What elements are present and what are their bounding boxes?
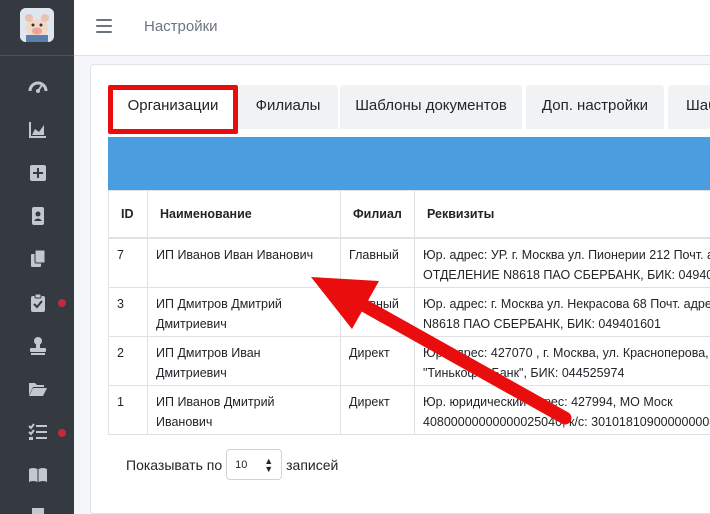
requisites-line: Юр. адрес: УР. г. Москва ул. Пионерии 21… xyxy=(423,247,710,262)
organizations-table: ID Наименование Филиал Реквизиты 7 ИП Ив… xyxy=(108,190,710,435)
page-title: Настройки xyxy=(144,18,218,35)
app-logo[interactable] xyxy=(20,8,54,42)
records-label: записей xyxy=(286,456,339,473)
cell-name: ИП Иванов Дмитрий Иванович xyxy=(147,385,341,435)
cell-id: 7 xyxy=(108,237,148,288)
tab-templates-more[interactable]: Шаб xyxy=(668,85,710,129)
plus-square-icon[interactable] xyxy=(27,162,49,184)
column-header-name[interactable]: Наименование xyxy=(147,190,341,239)
stamp-icon[interactable] xyxy=(27,335,49,357)
settings-tabs: Организации Филиалы Шаблоны документов Д… xyxy=(108,85,710,137)
gauge-icon[interactable] xyxy=(27,76,49,98)
requisites-line: "Тинькофф Банк", БИК: 044525974 xyxy=(423,366,625,380)
cell-requisites: Юр. юридический адрес: 427994, МО Моск 40… xyxy=(414,385,710,435)
notification-dot xyxy=(58,299,66,307)
table-row[interactable]: 2 ИП Дмитров Иван Дмитриевич Директ Юр. … xyxy=(108,336,710,386)
column-header-requisites[interactable]: Реквизиты xyxy=(414,190,710,239)
requisites-line: Юр. адрес: 427070 , г. Москва, ул. Красн… xyxy=(423,346,710,360)
table-toolbar-band xyxy=(108,137,710,190)
tab-organizations[interactable]: Организации xyxy=(108,85,238,134)
requisites-line: N8618 ПАО СБЕРБАНК, БИК: 049401601 xyxy=(423,317,661,331)
top-navbar: Настройки xyxy=(74,0,710,56)
cell-branch: Директ xyxy=(340,336,415,386)
requisites-line: ОТДЕЛЕНИЕ N8618 ПАО СБЕРБАНК, БИК: 04940… xyxy=(423,267,710,282)
sidebar xyxy=(0,0,74,514)
cell-branch: Директ xyxy=(340,385,415,435)
cell-branch: Главный xyxy=(340,287,415,337)
sort-arrows-icon: ▲ ▼ xyxy=(264,455,274,474)
tab-document-templates[interactable]: Шаблоны документов xyxy=(340,85,522,129)
cell-requisites: Юр. адрес: 427070 , г. Москва, ул. Красн… xyxy=(414,336,710,386)
cell-name: ИП Дмитров Иван Дмитриевич xyxy=(147,336,341,386)
column-header-id[interactable]: ID xyxy=(108,190,148,239)
copy-icon[interactable] xyxy=(27,248,49,270)
cell-id: 1 xyxy=(108,385,148,435)
table-row[interactable]: 1 ИП Иванов Дмитрий Иванович Директ Юр. … xyxy=(108,385,710,435)
table-row[interactable]: 3 ИП Дмитров Дмитрий Дмитриевич Главный … xyxy=(108,287,710,337)
cell-requisites: Юр. адрес: УР. г. Москва ул. Пионерии 21… xyxy=(414,237,710,288)
id-badge-icon[interactable] xyxy=(27,205,49,227)
requisites-line: 40800000000000025040, к/с: 3010181090000… xyxy=(423,415,710,429)
clipboard-check-icon[interactable] xyxy=(27,292,49,314)
table-row[interactable]: 7 ИП Иванов Иван Иванович Главный Юр. ад… xyxy=(108,237,710,288)
cell-name: ИП Дмитров Дмитрий Дмитриевич xyxy=(147,287,341,337)
book-open-icon[interactable] xyxy=(27,464,49,486)
chart-area-icon[interactable] xyxy=(27,119,49,141)
cell-requisites: Юр. адрес: г. Москва ул. Некрасова 68 По… xyxy=(414,287,710,337)
page-size-select[interactable]: 10 ▲ ▼ xyxy=(226,449,283,480)
cell-id: 3 xyxy=(108,287,148,337)
show-label: Показывать по xyxy=(126,456,223,473)
more-icon[interactable] xyxy=(27,505,49,514)
notification-dot xyxy=(58,429,66,437)
page-size-value: 10 xyxy=(235,458,248,471)
requisites-line: Юр. адрес: г. Москва ул. Некрасова 68 По… xyxy=(423,297,710,311)
column-header-branch[interactable]: Филиал xyxy=(340,190,415,239)
cell-id: 2 xyxy=(108,336,148,386)
cell-name: ИП Иванов Иван Иванович xyxy=(147,237,341,288)
tab-extra-settings[interactable]: Доп. настройки xyxy=(526,85,664,129)
menu-toggle-icon[interactable] xyxy=(96,19,112,35)
folder-open-icon[interactable] xyxy=(27,378,49,400)
tab-branches[interactable]: Филиалы xyxy=(238,85,338,129)
cell-branch: Главный xyxy=(340,237,415,288)
tasks-icon[interactable] xyxy=(27,421,49,443)
requisites-line: Юр. юридический адрес: 427994, МО Моск xyxy=(423,395,673,409)
sidebar-divider xyxy=(0,55,74,56)
page-size-control: Показывать по 10 ▲ ▼ записей xyxy=(126,449,338,480)
